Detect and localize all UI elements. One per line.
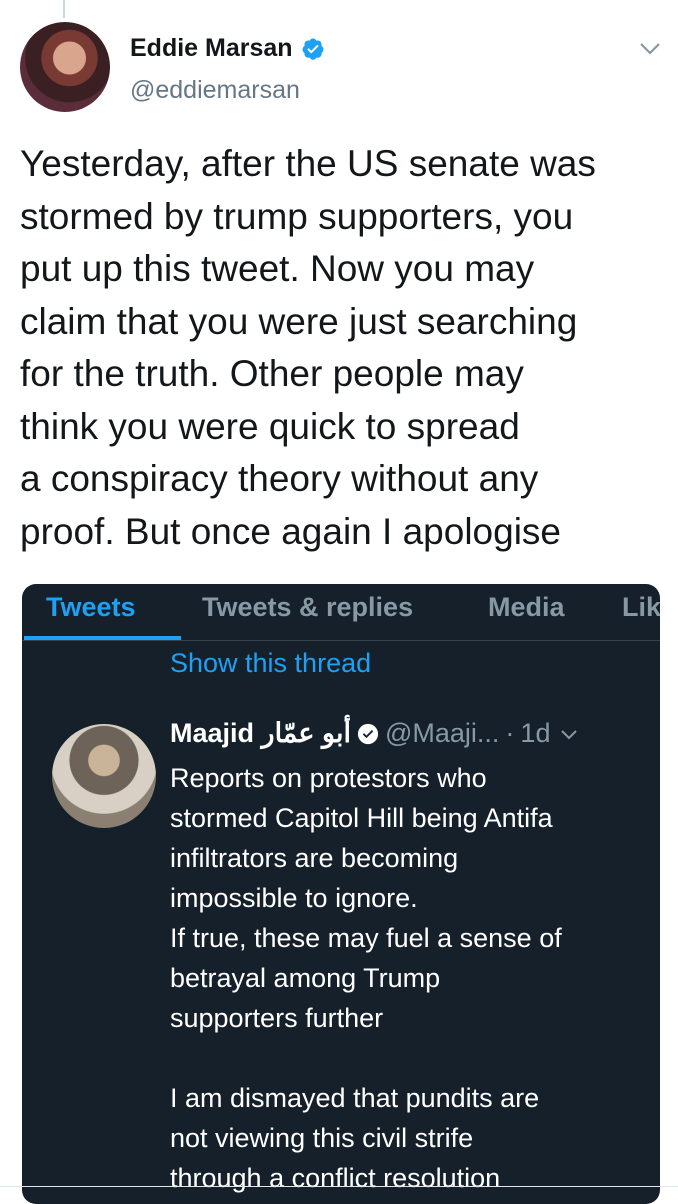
tab-media[interactable]: Media [488, 592, 565, 623]
profile-tabs: Tweets Tweets & replies Media Lik [22, 584, 660, 641]
tab-tweets[interactable]: Tweets [46, 592, 136, 623]
quoted-handle[interactable]: @Maaji... [385, 718, 499, 749]
embedded-screenshot[interactable]: Tweets Tweets & replies Media Lik Show t… [22, 584, 660, 1204]
chevron-down-icon[interactable] [560, 727, 578, 741]
tabs-divider [22, 640, 660, 641]
author-display-name[interactable]: Eddie Marsan [130, 34, 293, 63]
quoted-display-name[interactable]: Maajid أبو عمّار [170, 718, 351, 749]
bottom-divider [0, 1186, 678, 1187]
tweet-text: Yesterday, after the US senate was storm… [20, 143, 596, 552]
avatar[interactable] [20, 22, 110, 112]
chevron-down-icon[interactable] [638, 38, 662, 58]
tab-tweets-and-replies[interactable]: Tweets & replies [202, 592, 413, 623]
verified-badge-icon [357, 723, 379, 744]
tab-likes[interactable]: Lik [622, 592, 660, 623]
show-thread-link[interactable]: Show this thread [170, 648, 371, 679]
separator-dot: · [505, 718, 515, 748]
quoted-tweet-text: Reports on protestors who stormed Capito… [170, 763, 562, 1193]
thread-line [63, 0, 65, 18]
verified-badge-icon [302, 38, 324, 60]
author-handle[interactable]: @eddiemarsan [130, 76, 300, 105]
author-name-row: Eddie Marsan [130, 34, 325, 63]
quoted-timestamp[interactable]: 1d [520, 718, 550, 749]
quoted-tweet-header: Maajid أبو عمّار @Maaji... · 1d [170, 718, 578, 749]
quoted-avatar[interactable] [52, 724, 156, 828]
